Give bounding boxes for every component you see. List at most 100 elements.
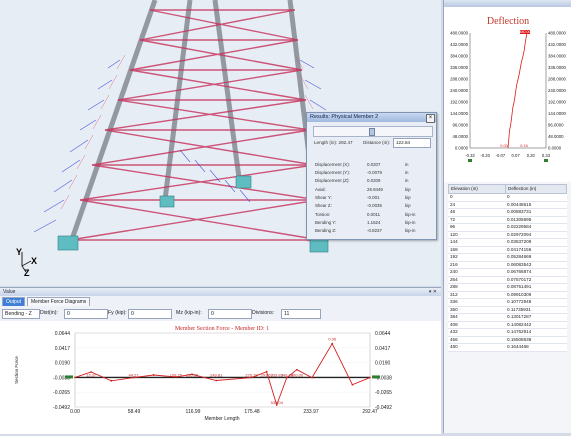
y-tick-left: 480.0000 xyxy=(450,31,469,36)
table-row[interactable]: 24 0.00448615 xyxy=(448,201,567,209)
member-force-panel: Value ▾ ✕ Output Member Force Diagrams Be… xyxy=(0,287,441,434)
result-label: Axial: xyxy=(315,187,326,192)
result-label: Bending Y: xyxy=(315,220,337,225)
table-row[interactable]: 336 0.10772948 xyxy=(448,299,567,307)
result-label: Displacement (X): xyxy=(315,162,350,167)
y-tick-left: 240.0000 xyxy=(450,88,469,93)
deflection-header[interactable]: Deflection (in) xyxy=(505,184,567,194)
result-label: Bending Z: xyxy=(315,228,337,233)
data-label: 13.37 xyxy=(86,372,97,377)
fy-label: Fy (kip): xyxy=(108,310,127,316)
table-row[interactable]: 408 0.14082442 xyxy=(448,321,567,329)
y-tick-left: 288.0000 xyxy=(450,77,469,82)
elevation-cell: 408 xyxy=(450,321,458,327)
result-label: Shear Y: xyxy=(315,195,332,200)
data-point xyxy=(74,376,76,379)
table-row[interactable]: 168 0.04174156 xyxy=(448,246,567,254)
y-tick-right: 192.0000 xyxy=(548,100,567,105)
table-row[interactable]: 96 0.02229584 xyxy=(448,224,567,232)
fy-input[interactable]: 0 xyxy=(128,309,172,319)
table-row[interactable]: 480 0.1644468 xyxy=(448,344,567,352)
tab-member-force-diagrams[interactable]: Member Force Diagrams xyxy=(27,297,91,306)
result-row: Shear Z: -0.0035 kip xyxy=(315,203,433,209)
pin-icon[interactable]: ▾ ✕ xyxy=(429,288,437,296)
results-dialog[interactable]: Results: Physical Member 2 × Length (in)… xyxy=(306,112,437,240)
y-tick-left: 336.0000 xyxy=(450,65,469,70)
close-icon[interactable]: × xyxy=(426,114,435,123)
deflection-cell: 0.14762914 xyxy=(507,329,532,334)
result-row: Torsion: 0.0011 kip-in xyxy=(315,212,433,218)
table-row[interactable]: 144 0.03537209 xyxy=(448,239,567,247)
table-row[interactable]: 192 0.05284669 xyxy=(448,254,567,262)
x-tick: 292.47 xyxy=(362,409,378,415)
result-label: Shear Z: xyxy=(315,203,332,208)
deflection-cell: 0.03537209 xyxy=(507,239,532,244)
position-slider[interactable] xyxy=(313,126,433,137)
y-tick-left: 0.0644 xyxy=(55,331,71,337)
elevation-cell: 432 xyxy=(450,329,458,334)
x-tick: 175.48 xyxy=(244,409,260,415)
model-viewport[interactable]: Y X Z Results: Physical Member 2 × Lengt… xyxy=(0,0,441,286)
axis-y-label: Y xyxy=(16,247,22,257)
tab-output[interactable]: Output xyxy=(2,297,26,306)
result-unit: kip-in xyxy=(405,220,416,225)
distance-input[interactable]: 122.84 xyxy=(393,138,431,148)
y-tick-left: 0.0190 xyxy=(55,361,71,367)
x-tick: -0.07 xyxy=(496,153,506,158)
y-tick-right: 48.0000 xyxy=(548,134,564,139)
y-tick-left: 144.0000 xyxy=(450,111,469,116)
table-row[interactable]: 288 0.08751491 xyxy=(448,284,567,292)
table-row[interactable]: 312 0.09910309 xyxy=(448,291,567,299)
range-handle-left[interactable] xyxy=(468,159,472,162)
result-value: -0.8237 xyxy=(367,228,382,233)
force-type-select[interactable]: Bending - Z xyxy=(2,309,40,319)
range-handle-right[interactable] xyxy=(372,375,380,379)
table-row[interactable]: 456 0.15508638 xyxy=(448,336,567,344)
table-row[interactable]: 264 0.07570172 xyxy=(448,276,567,284)
mz-input[interactable]: 0 xyxy=(208,309,252,319)
divisions-input[interactable]: 11 xyxy=(281,309,321,319)
y-tick-right: 0.0417 xyxy=(375,346,391,352)
y-tick-right: 336.0000 xyxy=(548,65,567,70)
table-row[interactable]: 360 0.11735931 xyxy=(448,306,567,314)
deflection-cell: 0.01305695 xyxy=(507,216,532,222)
range-handle-left[interactable] xyxy=(65,375,73,379)
table-row[interactable]: 00 xyxy=(448,194,567,202)
table-row[interactable]: 216 0.06083543 xyxy=(448,261,567,269)
table-row[interactable]: 72 0.01305695 xyxy=(448,216,567,224)
results-dialog-title: Results: Physical Member 2 xyxy=(307,113,436,122)
deflection-cell: 0.02229584 xyxy=(507,224,532,229)
data-label: 249.81 xyxy=(210,372,223,377)
result-value: 1.1624 xyxy=(367,220,381,225)
result-row: Displacement (Z): 0.0209 in xyxy=(315,178,433,184)
elevation-cell: 216 xyxy=(450,261,458,267)
data-point xyxy=(152,374,155,376)
x-tick: -0.33 xyxy=(465,153,475,158)
elevation-header[interactable]: Elevation (in) xyxy=(448,184,507,194)
table-row[interactable]: 240 0.06766874 xyxy=(448,269,567,277)
y-tick-left: 48.0000 xyxy=(452,134,468,139)
dist-label: Dist(in): xyxy=(40,310,58,316)
result-unit: kip-in xyxy=(405,228,416,233)
result-unit: in xyxy=(405,178,409,183)
dist-input[interactable]: 0 xyxy=(64,309,108,319)
result-unit: kip xyxy=(405,195,411,200)
result-unit: kip xyxy=(405,203,411,208)
table-row[interactable]: 48 0.00883731 xyxy=(448,209,567,217)
series-line xyxy=(74,342,371,407)
range-handle-right[interactable] xyxy=(544,159,548,162)
panel-title: Value xyxy=(3,289,16,295)
table-row[interactable]: 384 0.13017287 xyxy=(448,314,567,322)
elevation-cell: 120 xyxy=(450,231,458,237)
slider-thumb[interactable] xyxy=(369,128,375,136)
elevation-cell: 72 xyxy=(450,216,456,222)
x-tick: 233.97 xyxy=(303,409,319,415)
axis-z-label: Z xyxy=(24,268,30,278)
x-tick: 0.33 xyxy=(542,153,551,158)
x-axis-label: Member Length xyxy=(204,416,239,422)
data-point xyxy=(215,379,218,382)
table-row[interactable]: 432 0.14762914 xyxy=(448,329,567,337)
result-unit: in xyxy=(405,170,409,175)
table-row[interactable]: 120 0.02972094 xyxy=(448,231,567,239)
divisions-label: Divisions: xyxy=(252,310,275,316)
